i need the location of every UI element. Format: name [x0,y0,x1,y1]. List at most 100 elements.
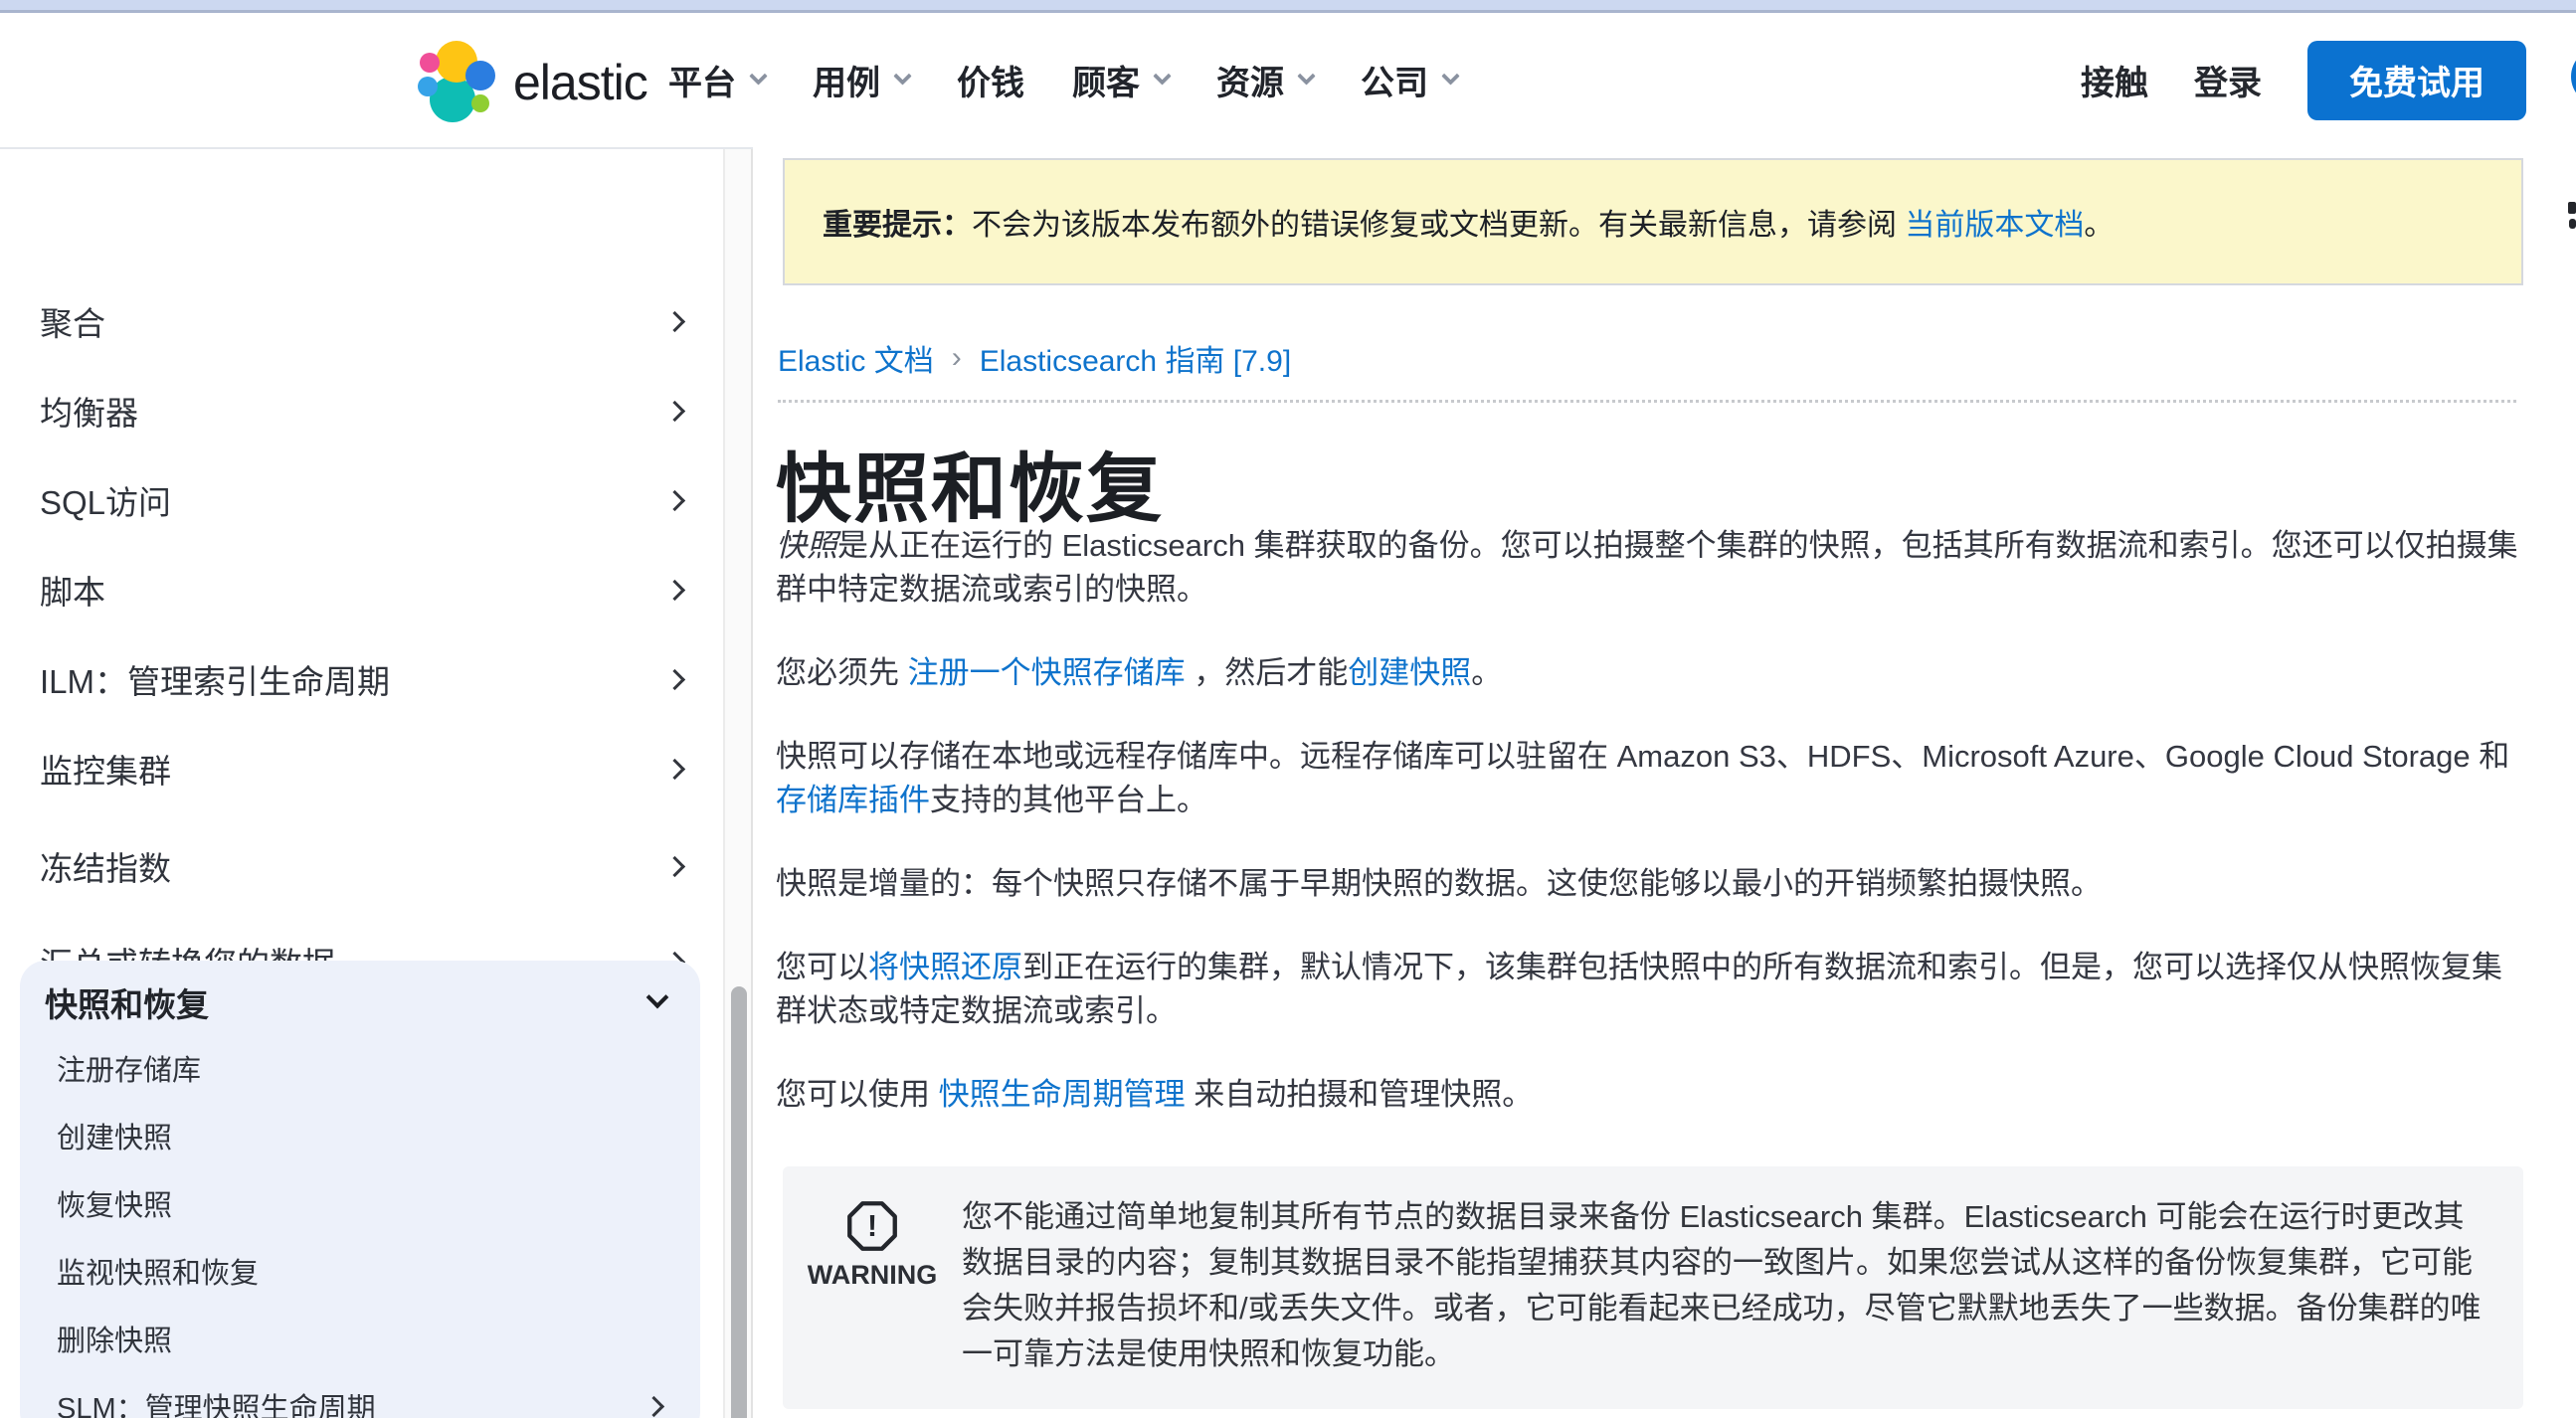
nav-item-1[interactable]: 平台 [668,56,765,104]
sidebar-item-4[interactable]: 脚本 [40,560,696,620]
chevron-right-icon [644,1395,664,1416]
sidebar-active-section: 快照和恢复 注册存储库创建快照恢复快照监视快照和恢复删除快照 SLM：管理快照生命… [20,961,700,1418]
chevron-right-icon [664,400,685,421]
logo-blob-green [471,94,489,112]
sidebar-subitem-3[interactable]: 恢复快照 [57,1181,675,1225]
paragraph-text: 快照是增量的：每个快照只存储不属于早期快照的数据。这使您能够以最小的开销频繁拍摄… [776,866,2102,901]
page-title: 快照和恢复 [776,428,1164,537]
chevron-right-icon [664,668,685,689]
contact-link[interactable]: 接触 [2081,56,2148,104]
sidebar-subitem-label: 创建快照 [57,1115,172,1156]
paragraph-text: 。 [1471,655,1502,690]
sidebar-subitem-5[interactable]: 删除快照 [57,1317,675,1360]
chevron-down-icon [1297,67,1315,85]
sidebar-item-label: 快照和恢复 [45,978,209,1026]
site-header: elastic 平台 用例 价钱顾客 资源 公司 接触 登录 免费试用 [0,13,2576,147]
warning-icon-column: ! WARNING [783,1166,962,1409]
nav-item-label: 平台 [668,56,736,104]
paragraph-text: ，然后才能 [1186,655,1349,690]
chevron-right-icon [664,579,685,600]
warning-label: WARNING [808,1260,938,1291]
notice-suffix: 。 [2084,200,2114,244]
nav-item-label: 用例 [813,56,880,104]
nav-item-6[interactable]: 公司 [1361,56,1457,104]
sidebar-subitem-6[interactable]: SLM：管理快照生命周期 [57,1384,675,1418]
notice-strong: 重要提示： [823,200,972,244]
chevron-right-icon [664,855,685,876]
warning-text: 您不能通过简单地复制其所有节点的数据目录来备份 Elasticsearch 集群… [962,1166,2523,1409]
inline-link[interactable]: 快照生命周期管理 [939,1077,1186,1112]
nav-item-label: 公司 [1361,56,1428,104]
paragraph-text: 您可以 [776,950,868,984]
docs-sidebar: 聚合均衡器SQL访问脚本ILM：管理索引生命周期监控集群冻结指数汇总或转换您的数… [0,147,753,1418]
paragraph-text: 支持的其他平台上。 [930,783,1207,817]
elastic-logo-icon [418,41,497,124]
emphasized-text: 快照 [776,528,837,563]
clipped-edge-fragment [2568,202,2576,214]
version-notice-banner: 重要提示：不会为该版本发布额外的错误修复或文档更新。有关最新信息，请参阅 当前版… [783,158,2523,285]
chevron-right-icon [664,489,685,510]
sidebar-scrollbar-thumb[interactable] [731,986,747,1418]
paragraph-text: 是从正在运行的 Elasticsearch 集群获取的备份。您可以拍摄整个集群的… [776,528,2518,607]
inline-link[interactable]: 注册一个快照存储库 [908,655,1186,690]
sidebar-item-7[interactable]: 冻结指数 [40,836,696,896]
chevron-down-icon [646,986,669,1009]
chevron-down-icon [893,67,911,85]
login-link[interactable]: 登录 [2194,56,2262,104]
sidebar-item-label: 均衡器 [40,387,138,435]
nav-item-4[interactable]: 顾客 [1072,56,1169,104]
breadcrumb-link-1[interactable]: Elastic 文档 [778,336,934,380]
nav-item-label: 价钱 [957,56,1024,104]
logo-wordmark: elastic [513,54,647,111]
clipped-edge-fragment [2569,219,2576,229]
sidebar-subitem-4[interactable]: 监视快照和恢复 [57,1249,675,1293]
sidebar-subitem-label: 注册存储库 [57,1047,201,1089]
nav-item-3[interactable]: 价钱 [957,56,1024,104]
sidebar-subitem-1[interactable]: 注册存储库 [57,1046,675,1090]
nav-item-2[interactable]: 用例 [813,56,909,104]
sidebar-item-6[interactable]: 监控集群 [40,739,696,798]
body-paragraph-5: 您可以将快照还原到正在运行的集群，默认情况下，该集群包括快照中的所有数据流和索引… [776,946,2523,1033]
paragraph-text: 您必须先 [776,655,908,690]
body-paragraph-6: 您可以使用 快照生命周期管理 来自动拍摄和管理快照。 [776,1073,2523,1117]
sidebar-scrollbar-track[interactable] [723,149,753,1418]
breadcrumb-link-2[interactable]: Elasticsearch 指南 [7.9] [980,336,1291,380]
sidebar-item-1[interactable]: 聚合 [40,291,696,351]
nav-item-5[interactable]: 资源 [1216,56,1313,104]
sidebar-item-3[interactable]: SQL访问 [40,470,696,530]
nav-item-label: 资源 [1216,56,1284,104]
sidebar-subitem-label: 恢复快照 [57,1182,172,1224]
sidebar-item-5[interactable]: ILM：管理索引生命周期 [40,649,696,709]
current-version-docs-link[interactable]: 当前版本文档 [1905,200,2084,244]
dotted-divider [778,400,2516,403]
sidebar-item-snapshot-restore[interactable]: 快照和恢复 [45,975,675,1030]
paragraph-text: 您可以使用 [776,1077,939,1112]
window-top-strip [0,0,2576,13]
sidebar-subitem-label: 监视快照和恢复 [57,1250,259,1292]
sidebar-subitem-2[interactable]: 创建快照 [57,1114,675,1157]
sidebar-item-label: SQL访问 [40,476,171,524]
sidebar-item-label: ILM：管理索引生命周期 [40,655,390,703]
svg-text:!: ! [867,1210,877,1243]
free-trial-button[interactable]: 免费试用 [2307,41,2526,120]
warning-octagon-icon: ! [846,1200,898,1252]
sidebar-subitem-label: 删除快照 [57,1318,172,1359]
inline-link[interactable]: 创建快照 [1348,655,1471,690]
chevron-right-icon [664,310,685,331]
sidebar-item-2[interactable]: 均衡器 [40,381,696,441]
elastic-logo[interactable]: elastic [418,41,647,124]
main-nav: 平台 用例 价钱顾客 资源 公司 [668,13,1457,147]
doc-content: 重要提示：不会为该版本发布额外的错误修复或文档更新。有关最新信息，请参阅 当前版… [776,147,2523,1418]
header-actions: 接触 登录 免费试用 [2081,13,2526,147]
sidebar-item-label: 聚合 [40,297,105,345]
sidebar-item-label: 脚本 [40,566,105,614]
body-paragraph-3: 快照可以存储在本地或远程存储库中。远程存储库可以驻留在 Amazon S3、HD… [776,735,2523,822]
chevron-right-icon [664,758,685,779]
body-paragraph-2: 您必须先 注册一个快照存储库 ，然后才能创建快照。 [776,651,2523,695]
nav-item-label: 顾客 [1072,56,1140,104]
inline-link[interactable]: 存储库插件 [776,783,930,817]
inline-link[interactable]: 将快照还原 [868,950,1022,984]
body-paragraph-4: 快照是增量的：每个快照只存储不属于早期快照的数据。这使您能够以最小的开销频繁拍摄… [776,862,2523,906]
sidebar-item-label: 监控集群 [40,745,171,793]
paragraph-text: 快照可以存储在本地或远程存储库中。远程存储库可以驻留在 Amazon S3、HD… [776,739,2509,774]
